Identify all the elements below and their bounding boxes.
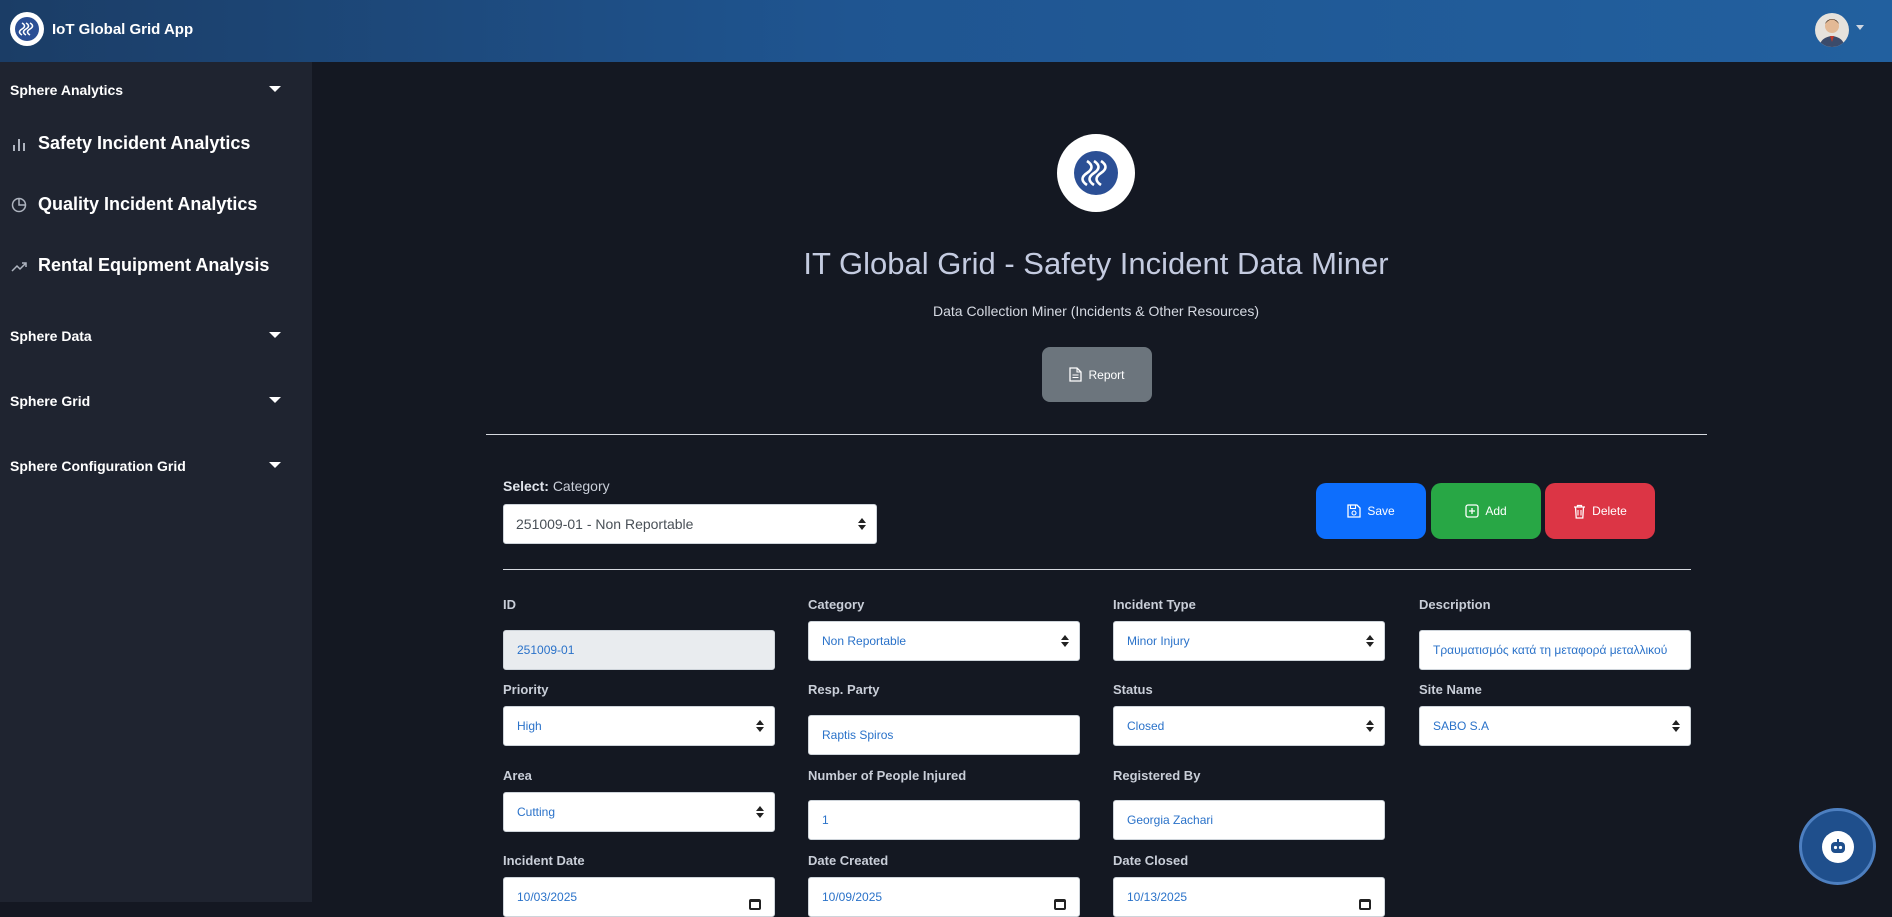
trash-icon [1574,504,1586,519]
id-label: ID [503,597,516,612]
pie-chart-icon [10,196,28,214]
plus-square-icon [1465,504,1479,518]
chevron-down-icon[interactable] [269,332,281,338]
chevron-down-icon[interactable] [1856,25,1864,30]
floppy-disk-icon [1347,504,1361,518]
trend-up-icon [10,257,28,275]
area-label: Area [503,768,532,783]
area-select[interactable]: Cutting [503,792,775,832]
site-name-select[interactable]: SABO S.A [1419,706,1691,746]
top-navbar: IoT Global Grid App [0,0,1892,62]
report-button[interactable]: Report [1042,347,1152,402]
date-created-field[interactable]: 10/09/2025 [808,877,1080,917]
status-label: Status [1113,682,1153,697]
hero-logo-icon [1057,134,1135,212]
sidebar-section-sphere-analytics[interactable]: Sphere Analytics [10,82,123,98]
resp-party-field[interactable]: Raptis Spiros [808,715,1080,755]
brand-logo-icon [10,12,44,46]
brand[interactable]: IoT Global Grid App [10,12,193,46]
sidebar-section-sphere-data[interactable]: Sphere Data [10,328,92,344]
registered-by-field[interactable]: Georgia Zachari [1113,800,1385,840]
incident-date-label: Incident Date [503,853,585,868]
category-field-select[interactable]: Non Reportable [808,621,1080,661]
report-button-label: Report [1088,367,1125,382]
sidebar: Sphere Analytics Safety Incident Analyti… [0,62,312,902]
incident-date-field[interactable]: 10/03/2025 [503,877,775,917]
chevron-down-icon[interactable] [269,397,281,403]
status-select[interactable]: Closed [1113,706,1385,746]
select-arrows-icon [1672,720,1680,732]
people-injured-field[interactable]: 1 [808,800,1080,840]
priority-label: Priority [503,682,549,697]
category-label: Category [808,597,865,612]
description-label: Description [1419,597,1491,612]
chatbot-icon [1821,830,1854,863]
date-created-label: Date Created [808,853,889,868]
sidebar-section-sphere-grid[interactable]: Sphere Grid [10,393,90,409]
sidebar-item-safety-incident-analytics[interactable]: Safety Incident Analytics [10,133,250,154]
chat-button[interactable] [1799,808,1876,885]
divider [486,434,1707,435]
description-field[interactable]: Τραυματισμός κατά τη μεταφορά μεταλλικού [1419,630,1691,670]
select-arrows-icon [756,720,764,732]
select-arrows-icon [1366,635,1374,647]
people-injured-label: Number of People Injured [808,768,967,783]
calendar-icon[interactable] [749,899,761,910]
registered-by-label: Registered By [1113,768,1201,783]
document-icon [1069,367,1083,382]
date-closed-label: Date Closed [1113,853,1189,868]
divider [503,569,1691,570]
sidebar-section-sphere-configuration-grid[interactable]: Sphere Configuration Grid [10,458,186,474]
incident-type-select[interactable]: Minor Injury [1113,621,1385,661]
date-closed-field[interactable]: 10/13/2025 [1113,877,1385,917]
sidebar-item-quality-incident-analytics[interactable]: Quality Incident Analytics [10,194,257,215]
select-arrows-icon [1061,635,1069,647]
select-arrows-icon [756,806,764,818]
incident-type-label: Incident Type [1113,597,1196,612]
site-name-label: Site Name [1419,682,1482,697]
add-button[interactable]: Add [1431,483,1541,539]
category-select[interactable]: 251009-01 - Non Reportable [503,504,877,544]
chevron-down-icon[interactable] [269,86,281,92]
delete-button[interactable]: Delete [1545,483,1655,539]
select-label: Select: Category [503,478,610,494]
save-button[interactable]: Save [1316,483,1426,539]
select-arrows-icon [858,518,866,530]
page-title: IT Global Grid - Safety Incident Data Mi… [803,246,1389,281]
user-avatar[interactable] [1815,13,1849,47]
chevron-down-icon[interactable] [269,462,281,468]
sidebar-item-label: Quality Incident Analytics [38,194,258,214]
sidebar-item-label: Safety Incident Analytics [38,133,251,153]
sidebar-item-rental-equipment-analysis[interactable]: Rental Equipment Analysis [10,255,269,276]
bar-chart-icon [10,135,28,153]
select-arrows-icon [1366,720,1374,732]
calendar-icon[interactable] [1359,899,1371,910]
priority-select[interactable]: High [503,706,775,746]
calendar-icon[interactable] [1054,899,1066,910]
page-subtitle: Data Collection Miner (Incidents & Other… [932,303,1260,319]
sidebar-item-label: Rental Equipment Analysis [38,255,270,275]
app-title: IoT Global Grid App [52,20,194,38]
resp-party-label: Resp. Party [808,682,880,697]
id-field: 251009-01 [503,630,775,670]
